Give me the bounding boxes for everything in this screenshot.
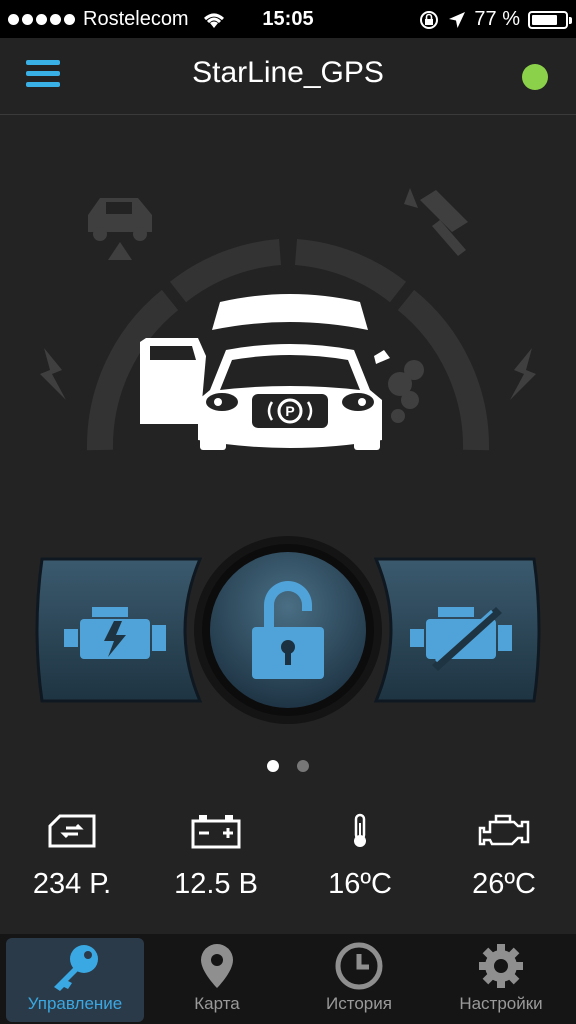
page-dot[interactable] (267, 760, 279, 772)
stat-battery: 12.5 В (144, 808, 288, 901)
page-dot[interactable] (297, 760, 309, 772)
tab-label: История (326, 994, 392, 1013)
engine-temperature-value: 26ºC (472, 868, 536, 900)
battery-voltage-value: 12.5 В (174, 868, 258, 900)
clock-icon (335, 942, 383, 990)
car-battery-icon (191, 815, 241, 849)
stat-engine-temperature: 26ºC (432, 808, 576, 901)
page-title: StarLine_GPS (192, 56, 384, 89)
tab-control[interactable]: Управление (6, 938, 144, 1022)
hammer-impact-icon (404, 188, 468, 256)
cabin-temperature-value: 16ºC (328, 868, 392, 900)
exhaust-smoke-icon (388, 360, 424, 423)
balance-card-icon (48, 814, 96, 848)
battery-percent: 77 % (474, 8, 520, 30)
car-status-graphic: P (40, 188, 536, 451)
control-strip (0, 535, 576, 725)
connection-status-indicator (522, 64, 548, 90)
tab-history[interactable]: История (290, 938, 428, 1022)
top-nav-bar: StarLine_GPS (0, 38, 576, 115)
tab-settings[interactable]: Настройки (432, 938, 570, 1022)
tow-alarm-icon (88, 198, 152, 260)
stat-cabin-temperature: 16ºC (288, 808, 432, 901)
thermometer-icon (354, 813, 366, 847)
tab-label: Карта (194, 994, 240, 1013)
key-icon (54, 945, 98, 991)
stat-balance: 234 Р. (0, 808, 144, 901)
shock-sensor-right-icon (510, 348, 536, 400)
shock-sensor-left-icon (40, 348, 66, 400)
page-indicator (0, 760, 576, 772)
status-right: 77 % (418, 8, 572, 31)
tab-label: Управление (27, 994, 123, 1013)
map-pin-icon (201, 944, 233, 988)
bottom-tab-bar: Управление Карта История Настройки (0, 934, 576, 1024)
engine-stop-button[interactable] (346, 557, 546, 703)
location-arrow-icon (449, 11, 466, 28)
battery-icon (528, 10, 572, 29)
vehicle-stats: 234 Р. 12.5 В 16ºC 26ºC (0, 808, 576, 918)
status-bar: Rostelecom 15:05 77 % (0, 0, 576, 38)
car-status-display: P (0, 160, 576, 540)
car-icon (140, 294, 390, 450)
svg-text:P: P (285, 403, 294, 419)
engine-temperature-icon (478, 814, 530, 846)
balance-value: 234 Р. (32, 868, 112, 900)
tab-map[interactable]: Карта (148, 938, 286, 1022)
tab-label: Настройки (459, 994, 543, 1013)
rotation-lock-icon (420, 10, 439, 29)
gear-icon (479, 944, 523, 988)
battery-level-fill (532, 14, 557, 25)
